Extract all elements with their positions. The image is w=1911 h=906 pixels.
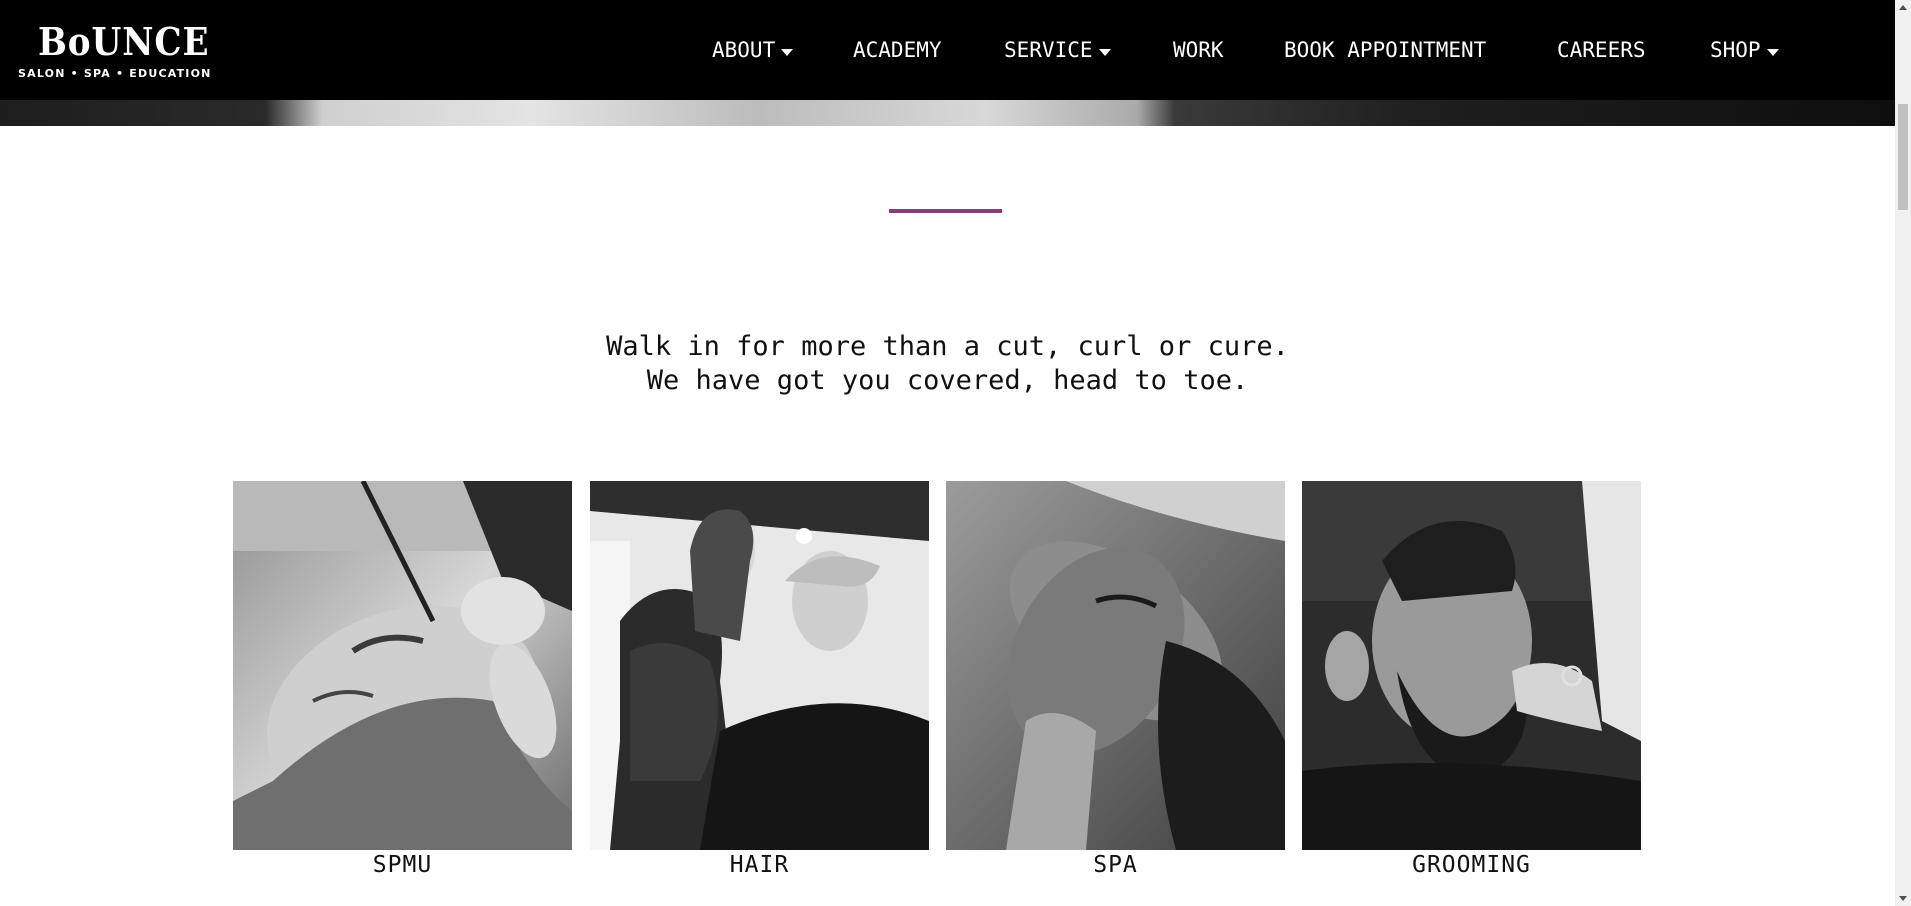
scroll-up-arrow-icon[interactable] xyxy=(1899,5,1907,10)
service-card-spa[interactable] xyxy=(946,481,1285,850)
chevron-down-icon xyxy=(1766,48,1779,56)
service-label-grooming[interactable]: GROOMING xyxy=(1302,849,1641,881)
nav-item-academy[interactable]: ACADEMY xyxy=(853,36,942,64)
nav-item-label: ACADEMY xyxy=(853,38,942,62)
nav-item-service[interactable]: SERVICE xyxy=(1004,36,1111,64)
service-label-hair[interactable]: HAIR xyxy=(590,849,929,881)
nav-item-label: WORK xyxy=(1173,38,1224,62)
nav-item-label: BOOK APPOINTMENT xyxy=(1284,38,1487,62)
nav-item-label: CAREERS xyxy=(1557,38,1646,62)
intro-line-1: Walk in for more than a cut, curl or cur… xyxy=(606,331,1289,362)
haircut-photo xyxy=(590,481,929,850)
beard-trim-photo xyxy=(1302,481,1641,850)
service-card-hair[interactable] xyxy=(590,481,929,850)
eyebrow-microblading-photo xyxy=(233,481,572,850)
service-card-spmu[interactable] xyxy=(233,481,572,850)
accent-divider xyxy=(889,209,1002,213)
hero-image-strip xyxy=(0,100,1895,126)
chevron-down-icon xyxy=(1098,48,1111,56)
service-label-spa[interactable]: SPA xyxy=(946,849,1285,881)
nav-item-label: ABOUT xyxy=(712,38,776,62)
nav-item-label: SHOP xyxy=(1710,38,1761,62)
nav-item-shop[interactable]: SHOP xyxy=(1710,36,1779,64)
nav-item-about[interactable]: ABOUT xyxy=(712,36,794,64)
scroll-thumb[interactable] xyxy=(1898,104,1908,210)
main-nav: ABOUT ACADEMY SERVICE WORK BOOK APPOINTM… xyxy=(0,0,1895,100)
intro-text: Walk in for more than a cut, curl or cur… xyxy=(0,330,1895,398)
page-scrollbar[interactable] xyxy=(1895,0,1911,906)
service-card-grooming[interactable] xyxy=(1302,481,1641,850)
facial-massage-photo xyxy=(946,481,1285,850)
service-label-spmu[interactable]: SPMU xyxy=(233,849,572,881)
site-header: BoUNCE SALON • SPA • EDUCATION ABOUT ACA… xyxy=(0,0,1895,100)
nav-item-careers[interactable]: CAREERS xyxy=(1557,36,1646,64)
nav-item-book-appointment[interactable]: BOOK APPOINTMENT xyxy=(1284,36,1486,64)
nav-item-work[interactable]: WORK xyxy=(1173,36,1224,64)
intro-line-2: We have got you covered, head to toe. xyxy=(646,365,1249,396)
nav-item-label: SERVICE xyxy=(1004,38,1093,62)
chevron-down-icon xyxy=(781,48,794,56)
scroll-down-arrow-icon[interactable] xyxy=(1899,896,1907,901)
